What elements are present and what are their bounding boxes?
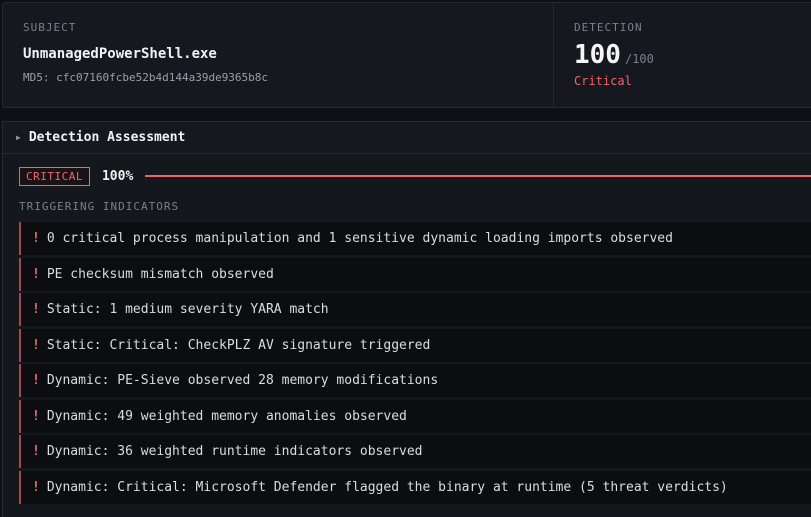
subject-section: SUBJECT UnmanagedPowerShell.exe MD5: cfc… [23, 21, 268, 84]
indicator-text: 0 critical process manipulation and 1 se… [46, 231, 673, 246]
subject-filename: UnmanagedPowerShell.exe [23, 46, 217, 62]
exclamation-icon: ! [32, 479, 40, 495]
caret-right-icon: ▶ [16, 133, 21, 142]
indicator-text: Dynamic: Critical: Microsoft Defender fl… [46, 479, 728, 495]
detection-section: DETECTION 100 /100 Critical [574, 21, 654, 88]
indicator-list: ! 0 critical process manipulation and 1 s… [19, 222, 811, 506]
indicator-text: PE checksum mismatch observed [46, 266, 274, 282]
threat-progress-fill [145, 175, 811, 177]
indicator-text: Dynamic: PE-Sieve observed 28 memory mod… [46, 373, 439, 388]
panel-title: Detection Assessment [28, 130, 186, 145]
threat-percent: 100% [101, 168, 134, 184]
critical-badge: CRITICAL [19, 166, 90, 186]
severity-label: Critical [574, 74, 632, 88]
detection-label: DETECTION [574, 21, 643, 34]
md5-value: cfc07160fcbe52b4d144a39de9365b8c [56, 71, 269, 84]
indicator-item: ! Dynamic: 36 weighted runtime indicators… [19, 435, 811, 468]
detection-assessment-toggle[interactable]: ▶ Detection Assessment [3, 122, 811, 154]
indicator-text: Static: Critical: CheckPLZ AV signature … [46, 337, 431, 353]
page: SUBJECT UnmanagedPowerShell.exe MD5: cfc… [0, 0, 811, 517]
score-max: /100 [624, 52, 654, 66]
divider [553, 3, 554, 107]
exclamation-icon: ! [32, 231, 40, 246]
indicator-item: ! 0 critical process manipulation and 1 s… [19, 222, 811, 255]
md5-hash: MD5: cfc07160fcbe52b4d144a39de9365b8c [23, 71, 268, 84]
indicator-item: ! Dynamic: Critical: Microsoft Defender f… [19, 470, 811, 504]
indicator-item: ! Static: Critical: CheckPLZ AV signature… [19, 328, 811, 362]
indicator-text: Dynamic: 49 weighted memory anomalies ob… [46, 408, 407, 424]
score-row: 100 /100 [574, 40, 654, 70]
exclamation-icon: ! [32, 373, 40, 388]
indicator-text: Dynamic: 36 weighted runtime indicators … [46, 444, 423, 459]
indicator-item: ! Dynamic: 49 weighted memory anomalies o… [19, 399, 811, 433]
exclamation-icon: ! [32, 266, 40, 282]
indicator-item: ! Dynamic: PE-Sieve observed 28 memory mo… [19, 364, 811, 397]
exclamation-icon: ! [32, 302, 40, 317]
detection-score: 100 [574, 40, 621, 70]
threat-level-row: CRITICAL 100% [19, 166, 811, 186]
subject-label: SUBJECT [23, 21, 77, 34]
md5-label: MD5: [23, 71, 50, 84]
exclamation-icon: ! [32, 408, 40, 424]
indicator-text: Static: 1 medium severity YARA match [46, 302, 329, 317]
exclamation-icon: ! [32, 444, 40, 459]
summary-card: SUBJECT UnmanagedPowerShell.exe MD5: cfc… [2, 2, 811, 108]
exclamation-icon: ! [32, 337, 40, 353]
detection-assessment-panel: ▶ Detection Assessment CRITICAL 100% TRI… [2, 121, 811, 517]
indicator-item: ! PE checksum mismatch observed [19, 257, 811, 291]
indicator-item: ! Static: 1 medium severity YARA match [19, 293, 811, 326]
indicators-heading: TRIGGERING INDICATORS [19, 200, 180, 213]
threat-progress-bar [145, 175, 811, 177]
